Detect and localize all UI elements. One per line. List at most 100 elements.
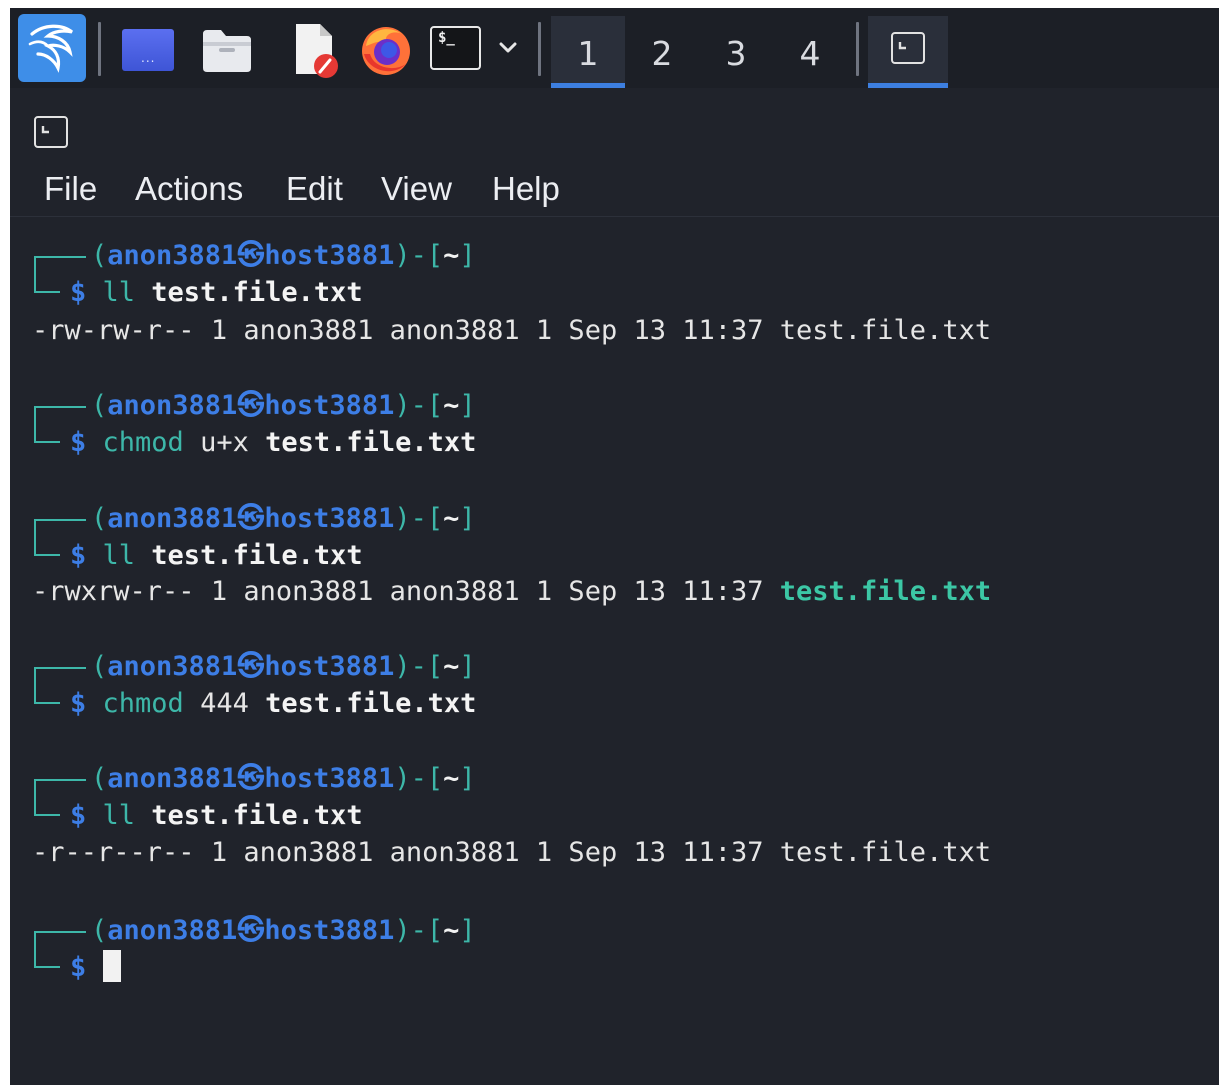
command-line: $ ll test.file.txt — [70, 273, 363, 313]
prompt-header: (anon3881㉿host3881)-[~] — [91, 386, 476, 426]
file-name: test.file.txt — [779, 315, 992, 346]
shell-prompt: (anon3881㉿host3881)-[~] $ — [34, 911, 934, 991]
text-editor-button[interactable] — [286, 20, 342, 80]
desktop-screen: ... $_ 1 2 3 4 File Actions Edit View He… — [10, 8, 1219, 1085]
prompt-header: (anon3881㉿host3881)-[~] — [91, 911, 476, 951]
prompt-bracket: ( — [91, 651, 108, 682]
prompt-host: host3881 — [264, 390, 395, 421]
prompt-user: anon3881 — [107, 503, 238, 534]
workspace-2-button[interactable]: 2 — [625, 16, 699, 88]
terminal-window-icon[interactable] — [34, 116, 68, 148]
menu-edit[interactable]: Edit — [286, 168, 343, 210]
command-line: $ ll test.file.txt — [70, 536, 363, 576]
menu-file[interactable]: File — [44, 168, 97, 210]
prompt-frame-bottom — [34, 966, 60, 968]
text-editor-icon — [296, 24, 338, 78]
folder-icon — [203, 30, 251, 72]
kali-dragon-icon — [28, 24, 73, 73]
menu-view[interactable]: View — [381, 168, 452, 210]
prompt-frame-side — [34, 931, 36, 967]
prompt-frame-top — [34, 779, 86, 781]
prompt-frame-top — [34, 931, 86, 933]
prompt-frame-bottom — [34, 554, 60, 556]
command-line: $ chmod u+x test.file.txt — [70, 423, 476, 463]
command-target: test.file.txt — [151, 800, 363, 831]
prompt-frame-side — [34, 519, 36, 555]
prompt-header: (anon3881㉿host3881)-[~] — [91, 759, 476, 799]
command-target: test.file.txt — [151, 540, 363, 571]
prompt-frame-side — [34, 256, 36, 292]
menu-help[interactable]: Help — [492, 168, 560, 210]
command-name: ll — [102, 540, 136, 571]
prompt-dollar: $ — [70, 952, 103, 983]
terminal-icon: $_ — [438, 30, 455, 46]
file-permissions: -rw-rw-r-- — [32, 315, 195, 346]
command-name: chmod — [102, 688, 184, 719]
prompt-frame-top — [34, 406, 86, 408]
command-line: $ ll test.file.txt — [70, 796, 363, 836]
prompt-user: anon3881 — [107, 390, 238, 421]
prompt-bracket: ] — [459, 651, 476, 682]
prompt-host: host3881 — [264, 503, 395, 534]
terminal-window-icon — [891, 32, 925, 64]
terminal-output[interactable]: (anon3881㉿host3881)-[~] $ ll test.file.tx… — [10, 218, 1219, 1085]
command-name: ll — [102, 277, 136, 308]
kali-at-icon: ㉿ — [237, 503, 265, 534]
prompt-user: anon3881 — [107, 651, 238, 682]
prompt-cwd: ~ — [443, 651, 460, 682]
prompt-cwd: ~ — [443, 915, 460, 946]
menubar: File Actions Edit View Help — [10, 166, 1219, 217]
command-output-line: -rw-rw-r-- 1 anon3881 anon3881 1 Sep 13 … — [32, 311, 991, 351]
file-permissions: -rwxrw-r-- — [32, 576, 195, 607]
prompt-user: anon3881 — [107, 240, 238, 271]
prompt-bracket: ( — [91, 240, 108, 271]
command-line: $ — [70, 948, 121, 988]
terminal-launcher-button[interactable]: $_ — [430, 26, 481, 70]
menu-actions[interactable]: Actions — [135, 168, 243, 210]
shell-prompt: (anon3881㉿host3881)-[~] $ chmod 444 test.… — [34, 647, 934, 727]
command-target: test.file.txt — [265, 688, 477, 719]
shell-prompt: (anon3881㉿host3881)-[~] $ ll test.file.tx… — [34, 499, 934, 579]
taskbar-terminal-window[interactable] — [868, 16, 948, 88]
firefox-icon — [362, 27, 410, 75]
workspace-label: 4 — [799, 34, 821, 73]
prompt-bracket: )-[ — [394, 915, 444, 946]
prompt-cwd: ~ — [443, 503, 460, 534]
kali-at-icon: ㉿ — [237, 651, 265, 682]
taskbar-separator — [98, 22, 101, 76]
firefox-button[interactable] — [358, 20, 414, 78]
prompt-host: host3881 — [264, 763, 395, 794]
prompt-frame-side — [34, 406, 36, 442]
chevron-down-icon — [499, 42, 517, 53]
workspace-4-button[interactable]: 4 — [773, 16, 847, 88]
workspace-3-button[interactable]: 3 — [699, 16, 773, 88]
prompt-bracket: ] — [459, 915, 476, 946]
terminal-cursor — [102, 950, 121, 982]
kali-at-icon: ㉿ — [237, 915, 265, 946]
launcher-menu-button[interactable] — [494, 34, 522, 62]
prompt-cwd: ~ — [443, 763, 460, 794]
workspace-label: 1 — [577, 34, 599, 73]
prompt-cwd: ~ — [443, 240, 460, 271]
workspace-1-button[interactable]: 1 — [551, 16, 625, 88]
prompt-bracket: ] — [459, 503, 476, 534]
prompt-frame-bottom — [34, 291, 60, 293]
prompt-host: host3881 — [264, 915, 395, 946]
show-desktop-button[interactable]: ... — [122, 29, 174, 71]
prompt-host: host3881 — [264, 651, 395, 682]
taskbar-separator — [538, 22, 541, 76]
prompt-bracket: )-[ — [394, 503, 444, 534]
prompt-dollar: $ — [70, 427, 103, 458]
shell-prompt: (anon3881㉿host3881)-[~] $ ll test.file.tx… — [34, 759, 934, 839]
prompt-dollar: $ — [70, 800, 103, 831]
prompt-user: anon3881 — [107, 915, 238, 946]
window-titlebar[interactable] — [10, 88, 1219, 166]
command-args: 444 — [200, 688, 249, 719]
prompt-dollar: $ — [70, 688, 103, 719]
prompt-bracket: )-[ — [394, 651, 444, 682]
prompt-frame-top — [34, 256, 86, 258]
file-manager-button[interactable] — [199, 26, 255, 74]
file-name: test.file.txt — [779, 576, 992, 607]
kali-menu-button[interactable] — [18, 14, 86, 82]
command-output-line: -rwxrw-r-- 1 anon3881 anon3881 1 Sep 13 … — [32, 572, 991, 612]
